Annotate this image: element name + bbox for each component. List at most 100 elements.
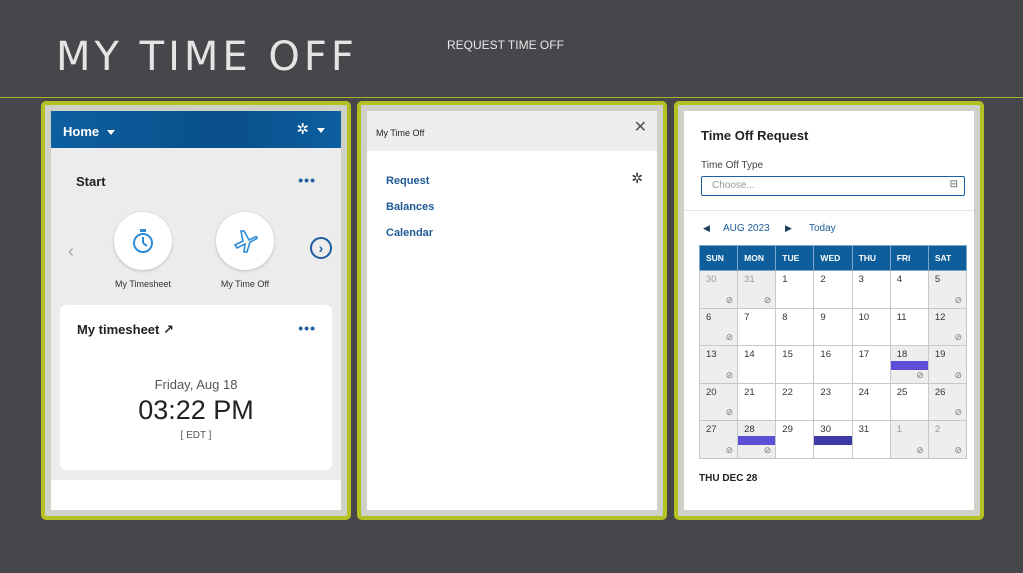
- my-time-off-shortcut[interactable]: [216, 212, 274, 270]
- menu-item-calendar[interactable]: Calendar: [386, 227, 433, 239]
- time-off-marker: [814, 436, 852, 445]
- calendar-day[interactable]: 20 ⊘: [698, 382, 739, 421]
- non-working-day-icon: ⊘: [954, 407, 962, 417]
- close-icon[interactable]: ✕: [634, 117, 647, 137]
- calendar-day[interactable]: 1: [775, 270, 815, 309]
- calendar-day[interactable]: 26 ⊘: [927, 382, 968, 421]
- timesheet-card: My timesheet ↗ ••• Friday, Aug 18 03:22 …: [60, 305, 332, 470]
- chevron-right-icon[interactable]: ›: [310, 237, 332, 259]
- selected-date: THU DEC 28: [699, 473, 758, 484]
- menu-title: My Time Off: [376, 128, 425, 138]
- calendar-day[interactable]: 22: [775, 382, 815, 421]
- day-number: 4: [896, 274, 902, 285]
- calendar-day[interactable]: 18 ⊘: [889, 345, 929, 384]
- day-number: 1: [896, 424, 902, 435]
- calendar-day[interactable]: 3: [851, 270, 891, 309]
- next-month-icon[interactable]: ▶: [785, 223, 792, 234]
- day-number: 11: [896, 311, 907, 323]
- calendar-day[interactable]: 9: [813, 307, 853, 346]
- chevron-left-icon[interactable]: ‹: [68, 241, 74, 262]
- calendar-week: 13 ⊘ 14 15 16 17 18 ⊘ 19 ⊘: [698, 345, 968, 384]
- settings-menu[interactable]: ✲: [296, 120, 325, 138]
- day-number: 17: [858, 349, 870, 360]
- start-label: Start: [76, 174, 106, 189]
- time-off-type-label: Time Off Type: [701, 160, 764, 171]
- non-working-day-icon: ⊘: [725, 332, 734, 342]
- previous-month-icon[interactable]: ◀: [703, 223, 710, 234]
- calendar-day[interactable]: 30 ⊘: [698, 270, 739, 309]
- day-number: 26: [934, 386, 946, 398]
- today-button[interactable]: Today: [809, 223, 836, 234]
- calendar-day[interactable]: 27 ⊘: [698, 420, 739, 459]
- calendar-day[interactable]: 24: [851, 382, 891, 421]
- calendar-day[interactable]: 15: [775, 345, 815, 384]
- non-working-day-icon: ⊘: [725, 294, 734, 305]
- footer-area: [51, 480, 341, 510]
- more-options-icon[interactable]: •••: [298, 320, 316, 336]
- page-title: MY TIME OFF: [56, 34, 358, 80]
- calendar-day[interactable]: 14: [737, 345, 777, 384]
- page-subtitle: REQUEST TIME OFF: [447, 38, 564, 52]
- day-number: 22: [782, 386, 793, 398]
- time-off-type-select[interactable]: Choose... ⊟: [701, 176, 965, 196]
- day-number: 31: [744, 274, 755, 285]
- non-working-day-icon: ⊘: [763, 444, 772, 455]
- calendar-day[interactable]: 2 ⊘: [927, 420, 968, 459]
- day-number: 31: [858, 424, 870, 435]
- day-number: 29: [782, 424, 793, 435]
- calendar-day[interactable]: 13 ⊘: [698, 345, 739, 384]
- calendar-week: 27 ⊘ 28 ⊘ 29 30 31 1 ⊘ 2 ⊘: [698, 420, 968, 459]
- calendar-day[interactable]: 19 ⊘: [927, 345, 968, 384]
- calendar-day[interactable]: 10: [851, 307, 891, 346]
- more-options-icon[interactable]: •••: [298, 172, 316, 188]
- calendar-day[interactable]: 7: [737, 307, 777, 346]
- calendar-day[interactable]: 25: [889, 382, 929, 421]
- home-menu[interactable]: Home: [63, 124, 116, 139]
- day-number: 30: [706, 274, 717, 285]
- calendar-day[interactable]: 21: [737, 382, 777, 421]
- calendar-day[interactable]: 30: [813, 420, 853, 459]
- calendar-day[interactable]: 11: [889, 307, 929, 346]
- day-number: 15: [782, 349, 793, 360]
- calendar-day[interactable]: 2: [813, 270, 853, 309]
- calendar-day[interactable]: 31 ⊘: [737, 270, 777, 309]
- list-icon: ⊟: [949, 179, 958, 190]
- non-working-day-icon: ⊘: [954, 332, 962, 342]
- my-timesheet-shortcut[interactable]: [114, 212, 172, 270]
- calendar-day[interactable]: 12 ⊘: [927, 307, 968, 346]
- day-number: 21: [744, 386, 755, 398]
- request-title: Time Off Request: [701, 128, 809, 143]
- day-number: 28: [744, 424, 755, 435]
- title-divider: [0, 97, 1023, 98]
- calendar-day[interactable]: 23: [813, 382, 853, 421]
- month-label: AUG 2023: [723, 223, 770, 234]
- day-number: 5: [934, 274, 941, 285]
- weekday-header: THU: [851, 245, 891, 271]
- calendar-day[interactable]: 4: [889, 270, 929, 309]
- weekday-header: WED: [813, 245, 853, 271]
- day-number: 2: [820, 274, 826, 285]
- timesheet-title[interactable]: My timesheet ↗: [77, 322, 174, 338]
- calendar-day[interactable]: 6 ⊘: [698, 307, 739, 346]
- gear-icon[interactable]: ✲: [631, 170, 643, 187]
- calendar-day[interactable]: 28 ⊘: [737, 420, 777, 459]
- calendar-day[interactable]: 1 ⊘: [889, 420, 929, 459]
- calendar-week: 20 ⊘ 21 22 23 24 25 26 ⊘: [698, 382, 968, 421]
- calendar-day[interactable]: 17: [851, 345, 891, 384]
- menu-item-balances[interactable]: Balances: [386, 201, 434, 213]
- time-off-type-placeholder: Choose...: [712, 180, 755, 191]
- home-label: Home: [63, 124, 100, 139]
- calendar-day[interactable]: 29: [775, 420, 815, 459]
- calendar-day[interactable]: 8: [775, 307, 815, 346]
- menu-item-request[interactable]: Request: [386, 175, 429, 187]
- calendar-day[interactable]: 5 ⊘: [927, 270, 968, 309]
- weekday-header: TUE: [775, 245, 815, 271]
- calendar-day[interactable]: 16: [813, 345, 853, 384]
- non-working-day-icon: ⊘: [725, 369, 734, 380]
- non-working-day-icon: ⊘: [725, 444, 734, 455]
- day-number: 12: [934, 311, 946, 323]
- calendar-day[interactable]: 31: [851, 420, 891, 459]
- day-number: 16: [820, 349, 831, 360]
- day-number: 6: [706, 311, 712, 323]
- non-working-day-icon: ⊘: [725, 407, 734, 417]
